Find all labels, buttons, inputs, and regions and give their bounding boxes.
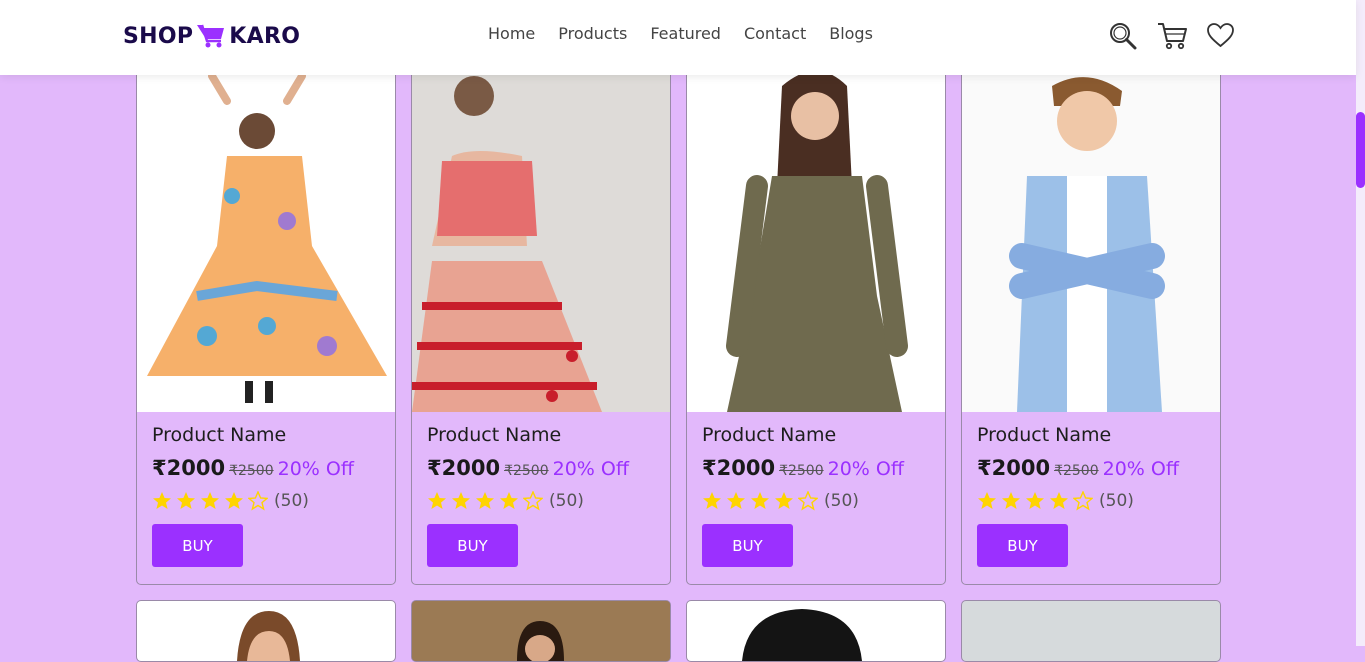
product-card-partial[interactable] <box>686 600 946 662</box>
product-discount: 20% Off <box>277 458 354 480</box>
product-rating: (50) <box>427 490 655 511</box>
review-count: (50) <box>549 491 584 511</box>
star-filled-icon <box>1025 491 1045 511</box>
product-old-price: ₹2500 <box>1054 463 1099 479</box>
logo-text-left: SHOP <box>123 23 194 49</box>
product-card[interactable]: Product Name ₹2000 ₹2500 20% Off (50) BU… <box>136 45 396 585</box>
cart-logo-icon <box>197 24 225 48</box>
star-filled-icon <box>750 491 770 511</box>
star-filled-icon <box>726 491 746 511</box>
product-image-boy-shirt[interactable] <box>962 46 1220 412</box>
review-count: (50) <box>824 491 859 511</box>
buy-button[interactable]: BUY <box>977 524 1068 567</box>
nav-products[interactable]: Products <box>558 24 627 43</box>
product-rating: (50) <box>702 490 930 511</box>
star-empty-icon <box>1072 490 1094 511</box>
product-image-lehenga-red[interactable] <box>412 46 670 412</box>
product-old-price: ₹2500 <box>779 463 824 479</box>
product-card-partial[interactable] <box>411 600 671 662</box>
product-image-olive-dress[interactable] <box>687 46 945 412</box>
logo-text-right: KARO <box>229 23 301 49</box>
product-card-partial[interactable] <box>136 600 396 662</box>
product-image-dress-floral[interactable] <box>137 46 395 412</box>
product-card-partial[interactable] <box>961 600 1221 662</box>
star-filled-icon <box>774 491 794 511</box>
header-icons <box>1108 21 1235 50</box>
nav-home[interactable]: Home <box>488 24 535 43</box>
product-card[interactable]: Product Name ₹2000 ₹2500 20% Off (50) BU… <box>686 45 946 585</box>
product-discount: 20% Off <box>552 458 629 480</box>
star-filled-icon <box>499 491 519 511</box>
star-filled-icon <box>427 491 447 511</box>
product-rating: (50) <box>977 490 1205 511</box>
star-filled-icon <box>702 491 722 511</box>
product-discount: 20% Off <box>827 458 904 480</box>
product-rating: (50) <box>152 490 380 511</box>
product-name: Product Name <box>702 424 837 446</box>
product-old-price: ₹2500 <box>504 463 549 479</box>
product-card[interactable]: Product Name ₹2000 ₹2500 20% Off (50) BU… <box>961 45 1221 585</box>
star-filled-icon <box>200 491 220 511</box>
site-header: SHOP KARO Home Products Featured Contact… <box>0 0 1356 75</box>
star-filled-icon <box>451 491 471 511</box>
scrollbar-track[interactable] <box>1356 0 1365 646</box>
product-price: ₹2000 <box>702 456 776 480</box>
nav-contact[interactable]: Contact <box>744 24 806 43</box>
star-filled-icon <box>152 491 172 511</box>
heart-icon[interactable] <box>1206 21 1235 50</box>
star-empty-icon <box>797 490 819 511</box>
review-count: (50) <box>1099 491 1134 511</box>
search-icon[interactable] <box>1108 21 1137 50</box>
product-price: ₹2000 <box>152 456 226 480</box>
star-filled-icon <box>1049 491 1069 511</box>
product-discount: 20% Off <box>1102 458 1179 480</box>
product-old-price: ₹2500 <box>229 463 274 479</box>
nav-blogs[interactable]: Blogs <box>829 24 873 43</box>
buy-button[interactable]: BUY <box>152 524 243 567</box>
logo[interactable]: SHOP KARO <box>123 20 300 52</box>
star-empty-icon <box>247 490 269 511</box>
product-name: Product Name <box>427 424 562 446</box>
main-nav: Home Products Featured Contact Blogs <box>488 24 873 43</box>
product-name: Product Name <box>152 424 287 446</box>
scrollbar-thumb[interactable] <box>1356 112 1365 188</box>
review-count: (50) <box>274 491 309 511</box>
nav-featured[interactable]: Featured <box>650 24 721 43</box>
buy-button[interactable]: BUY <box>427 524 518 567</box>
star-filled-icon <box>475 491 495 511</box>
product-price: ₹2000 <box>977 456 1051 480</box>
star-empty-icon <box>522 490 544 511</box>
star-filled-icon <box>224 491 244 511</box>
product-name: Product Name <box>977 424 1112 446</box>
cart-icon[interactable] <box>1157 21 1187 50</box>
buy-button[interactable]: BUY <box>702 524 793 567</box>
star-filled-icon <box>977 491 997 511</box>
product-price: ₹2000 <box>427 456 501 480</box>
star-filled-icon <box>176 491 196 511</box>
star-filled-icon <box>1001 491 1021 511</box>
product-card[interactable]: Product Name ₹2000 ₹2500 20% Off (50) BU… <box>411 45 671 585</box>
